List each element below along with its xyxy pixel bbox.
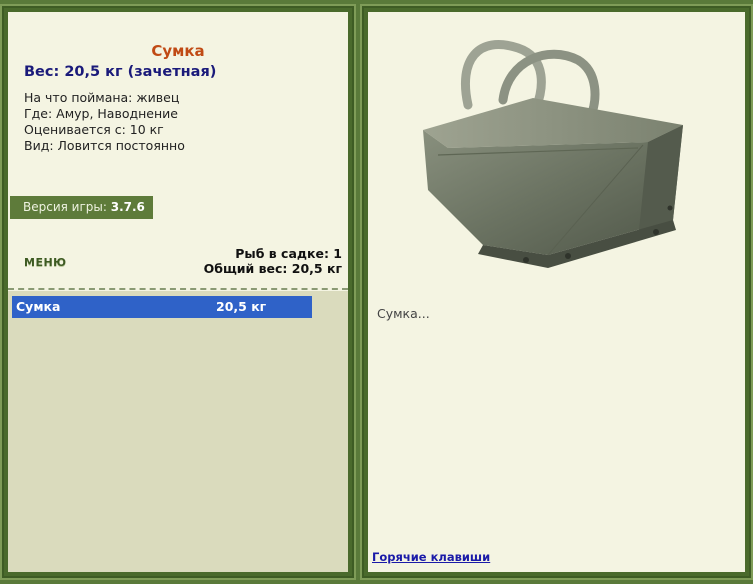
fish-bait: На что поймана: живец — [24, 90, 180, 105]
left-panel: Сумка Вес: 20,5 кг (зачетная) На что пой… — [8, 12, 348, 572]
fish-weight: Вес: 20,5 кг (зачетная) — [24, 64, 217, 80]
right-panel-frame: Сумка... Горячие клавиши — [360, 4, 753, 580]
menu-button[interactable]: МЕНЮ — [24, 256, 67, 269]
version-badge: Версия игры: 3.7.6 — [10, 196, 153, 219]
right-panel: Сумка... Горячие клавиши — [368, 12, 745, 572]
catch-row-name: Сумка — [16, 299, 61, 314]
cage-fish-count: Рыб в садке: 1 — [235, 246, 342, 261]
cage-total-weight: Общий вес: 20,5 кг — [203, 261, 342, 276]
fish-description: Сумка... — [377, 306, 430, 321]
fish-kind: Вид: Ловится постоянно — [24, 138, 185, 153]
catch-list-row-selected[interactable]: Сумка 20,5 кг — [12, 296, 312, 318]
catch-list: Сумка 20,5 кг — [8, 291, 348, 572]
catch-row-weight: 20,5 кг — [216, 299, 267, 314]
bag-image — [423, 40, 683, 268]
version-value: 3.7.6 — [110, 200, 145, 214]
fish-title: Сумка — [151, 42, 205, 60]
fish-valued-from: Оценивается с: 10 кг — [24, 122, 164, 137]
version-label: Версия игры: — [23, 200, 107, 214]
fish-location: Где: Амур, Наводнение — [24, 106, 178, 121]
dashed-divider — [8, 288, 348, 290]
hotkeys-link[interactable]: Горячие клавиши — [372, 550, 490, 564]
left-panel-frame: Сумка Вес: 20,5 кг (зачетная) На что пой… — [0, 4, 356, 580]
